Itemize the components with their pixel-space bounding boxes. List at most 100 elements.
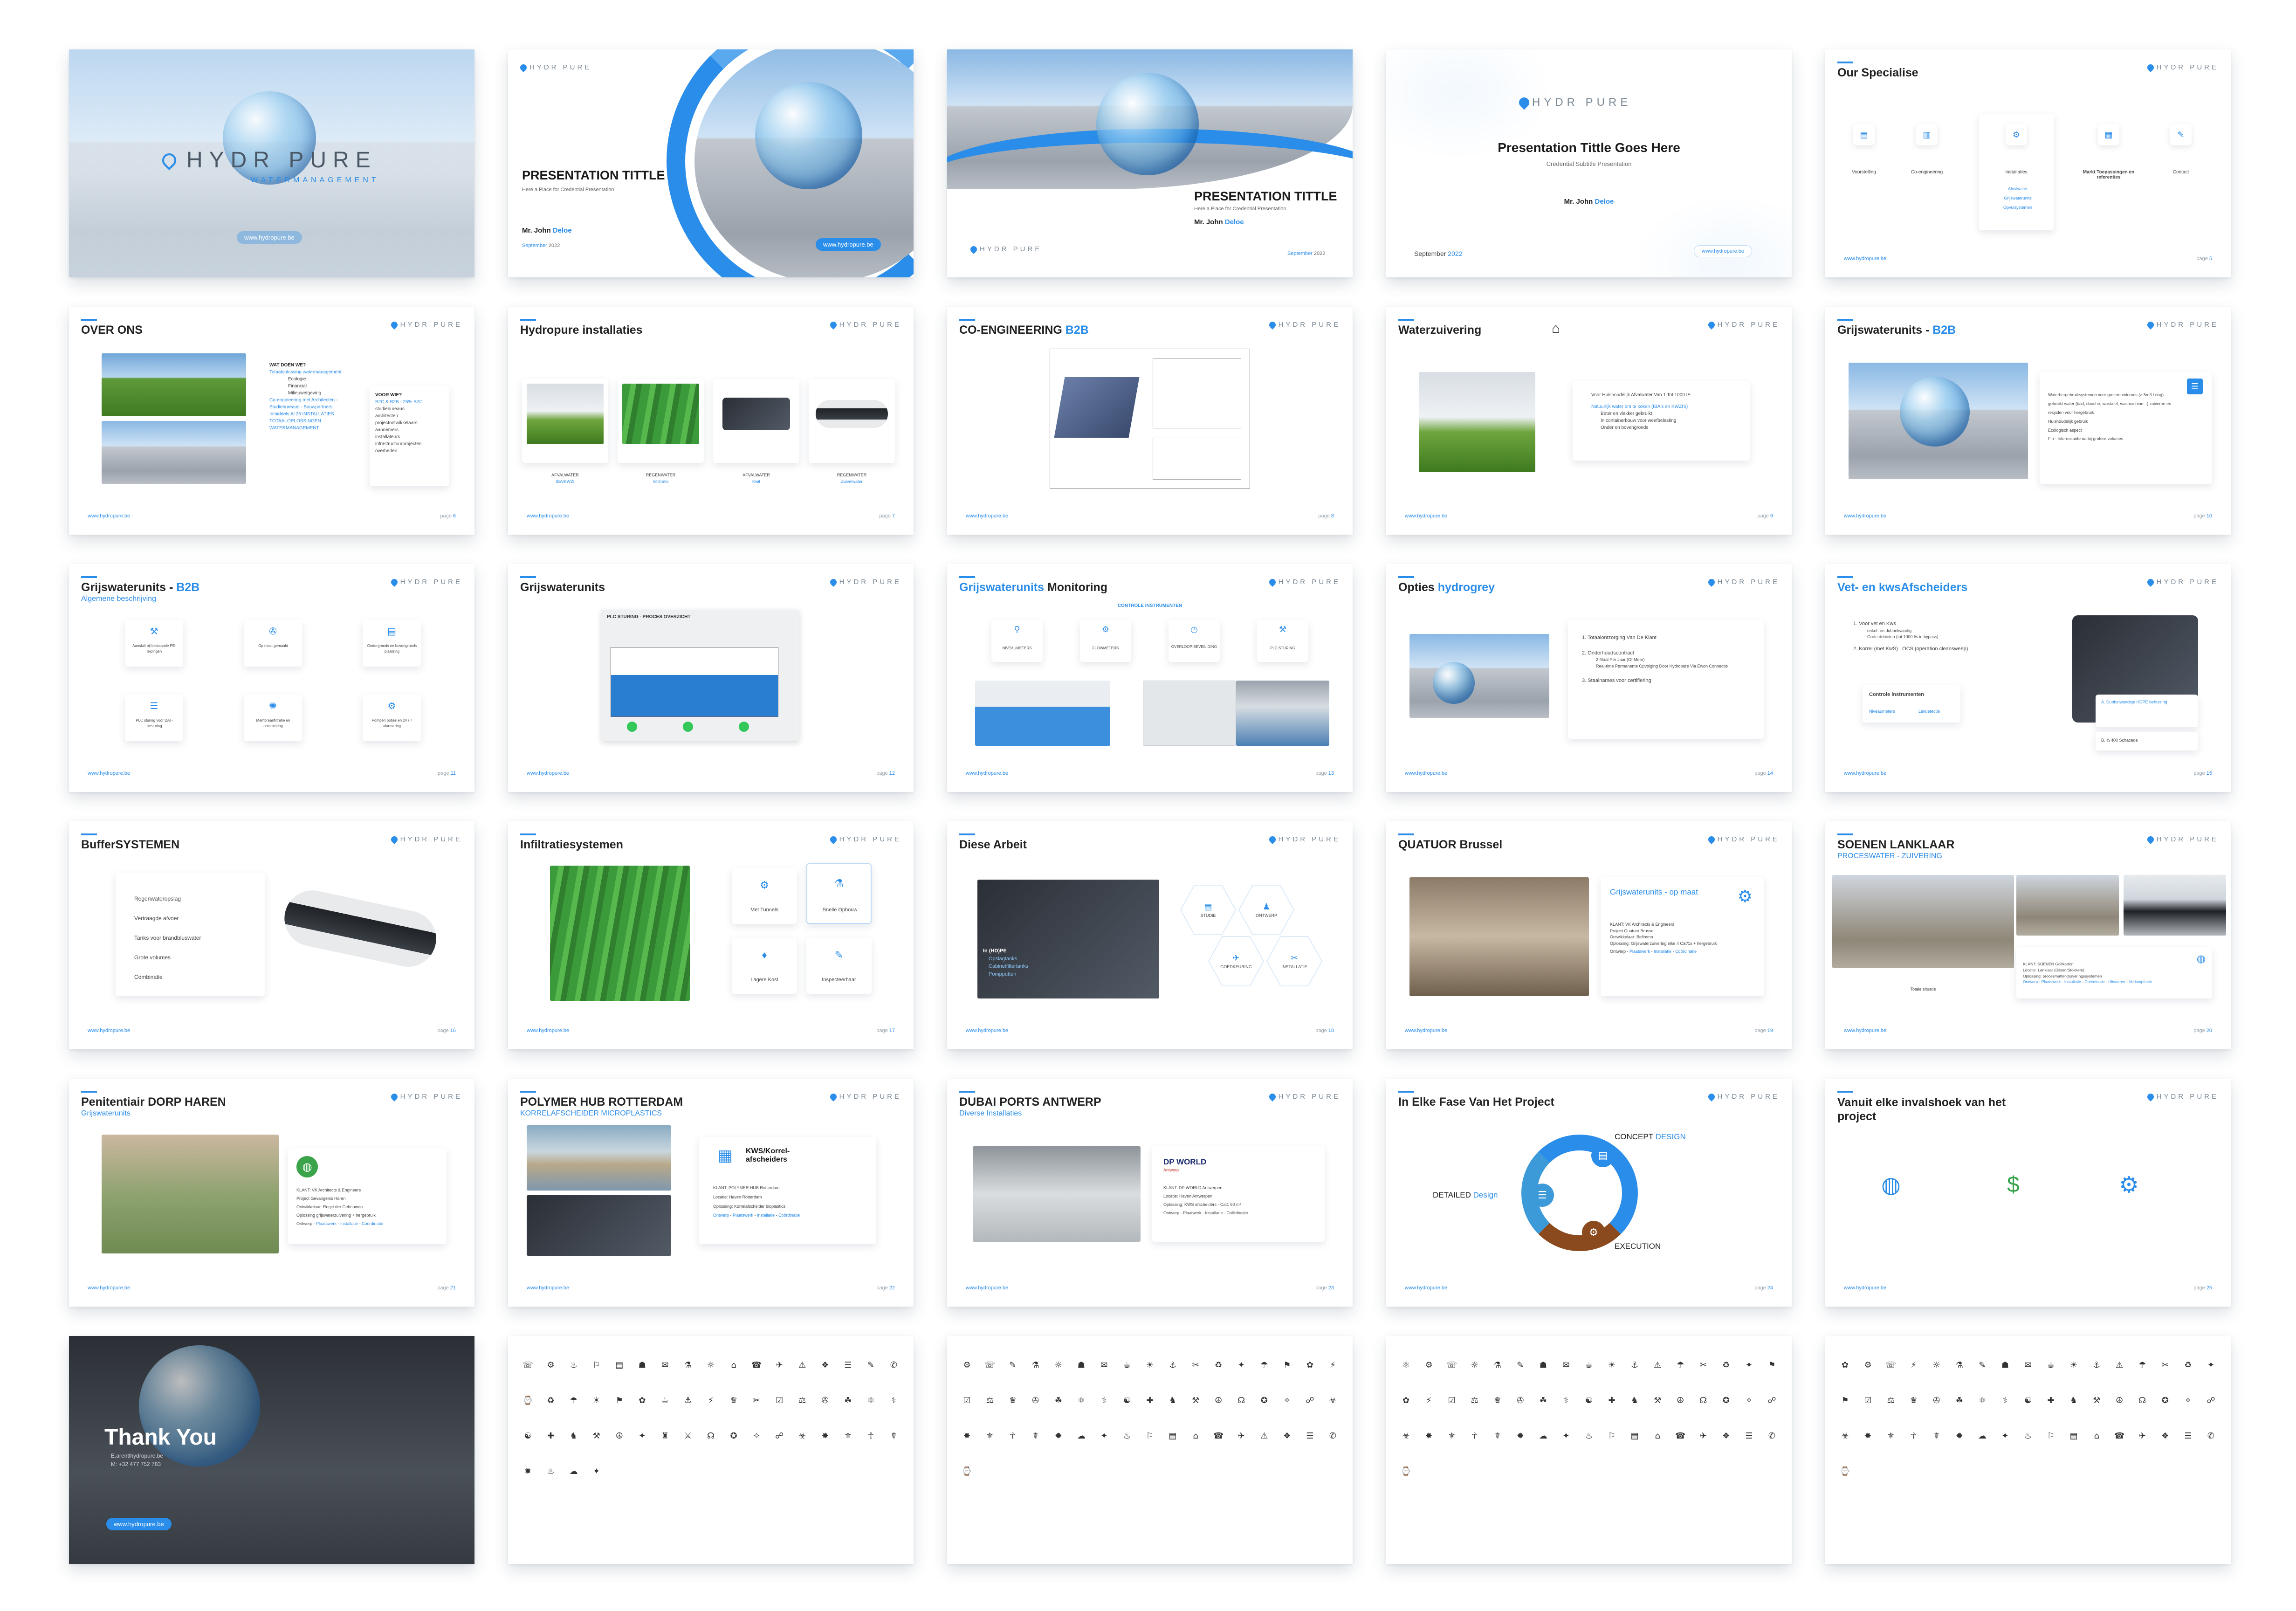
sub-item[interactable]: Grijswaterunits <box>1992 194 2043 203</box>
phase-hex[interactable]: ♟ ONTWERP <box>1238 885 1294 935</box>
sub-item[interactable]: Afvalwater <box>1992 185 2043 194</box>
footer-url[interactable]: www.hydropure.be <box>1405 513 1447 519</box>
installation-card[interactable] <box>713 379 799 463</box>
slide-6-over-ons[interactable]: OVER ONS HYDR PURE WAT DOEN WE? Totaalop… <box>69 307 474 535</box>
website-button[interactable]: www.hydropure.be <box>237 231 302 244</box>
slide-10-grijswaterunits[interactable]: Grijswaterunits - B2B HYDR PURE ☰ Waterh… <box>1825 307 2231 535</box>
phone[interactable]: M: +32 477 752 783 <box>111 1461 161 1467</box>
installation-card[interactable] <box>618 379 704 463</box>
website-button[interactable]: www.hydropure.be <box>1694 245 1753 257</box>
feature-card[interactable]: ✇ Op maat gemaakt <box>244 620 302 667</box>
slide-17-infiltratie[interactable]: Infiltratiesystemen HYDR PURE ⚙ Met Tunne… <box>508 821 914 1049</box>
slide-26-thank-you[interactable]: Thank You E.arentlhydropure.be M: +32 47… <box>69 1336 474 1564</box>
feature-card[interactable]: ▤ Ondergronds en bovengronds plaatsing <box>363 620 421 667</box>
feature-card[interactable]: ✺ Membraanfiltratie en ontsmetting <box>244 695 302 741</box>
library-icon: ☤ <box>1933 1431 1939 1441</box>
contact-icon[interactable]: ✎ <box>2170 124 2192 145</box>
slide-7-installaties[interactable]: Hydropure installaties HYDR PURE AFVALWA… <box>508 307 914 535</box>
feature-card[interactable]: ⚗ Snelle Opbouw <box>806 863 872 924</box>
slide-11-grijswaterunits-b2b[interactable]: Grijswaterunits - B2B Algemene beschrijv… <box>69 564 474 792</box>
slide-23-dubai-ports[interactable]: DUBAI PORTS ANTWERP Diverse Installaties… <box>947 1079 1353 1307</box>
library-icon: ✧ <box>753 1431 760 1441</box>
website-button[interactable]: www.hydropure.be <box>106 1518 172 1530</box>
footer-url[interactable]: www.hydropure.be <box>527 771 569 776</box>
technical-drawing <box>1050 349 1250 489</box>
specialise-item-4[interactable]: Markt Toepassingen en referenties <box>2081 170 2137 180</box>
specialise-item-1[interactable]: Voorstelling <box>1836 170 1892 175</box>
footer-url[interactable]: www.hydropure.be <box>966 1028 1008 1033</box>
instrument-card[interactable]: ⚙ FLOWMETERS <box>1080 620 1131 662</box>
slide-24-project-phases[interactable]: In Elke Fase Van Het Project HYDR PURE ▤… <box>1386 1079 1792 1307</box>
phase-hex[interactable]: ▤ STUDIE <box>1180 885 1236 935</box>
library-icon: ☼ <box>1054 1360 1062 1370</box>
specialise-item-5[interactable]: Contact <box>2153 170 2209 175</box>
presentation-subtitle: Here a Place for Credential Presentation <box>1194 206 1286 212</box>
instrument-card[interactable]: ◷ OVERLOOP-BEVEILIGING <box>1169 620 1220 662</box>
footer-url[interactable]: www.hydropure.be <box>1844 513 1886 519</box>
slide-16-buffer[interactable]: BufferSYSTEMEN HYDR PURE Regenwateropsla… <box>69 821 474 1049</box>
slide-8-co-engineering[interactable]: CO-ENGINEERING B2B HYDR PURE www.hydropu… <box>947 307 1353 535</box>
footer-url[interactable]: www.hydropure.be <box>966 1285 1008 1291</box>
feature-card[interactable]: ☰ PLC sturing voor DAT-besturing <box>125 695 183 741</box>
instrument-card[interactable]: ⚒ PLC STURING <box>1257 620 1308 662</box>
slide-19-quatuor[interactable]: QUATUOR Brussel HYDR PURE Grijswaterunit… <box>1386 821 1792 1049</box>
phase-hex[interactable]: ✈ GOEDKEURING <box>1208 936 1264 986</box>
building-icon[interactable]: ▥ <box>1916 124 1938 145</box>
installation-card[interactable] <box>809 379 895 463</box>
email[interactable]: E.arentlhydropure.be <box>111 1453 163 1459</box>
slide-13-monitoring[interactable]: Grijswaterunits Monitoring HYDR PURE CON… <box>947 564 1353 792</box>
options-list: 1. Totaalontzorging Van De Klant 2. Onde… <box>1582 635 1728 683</box>
slide-9-waterzuivering[interactable]: Waterzuivering ⌂ HYDR PURE Voor Huishoud… <box>1386 307 1792 535</box>
slide-20-soenen[interactable]: SOENEN LANKLAAR PROCESWATER - ZUIVERING … <box>1825 821 2231 1049</box>
footer-url[interactable]: www.hydropure.be <box>1844 1028 1886 1033</box>
slide-grid: HYDR PURE WATERMANAGEMENT www.hydropure.… <box>69 49 2232 1564</box>
footer-url[interactable]: www.hydropure.be <box>88 1285 130 1291</box>
library-icon: ✦ <box>2001 1431 2009 1441</box>
footer-url[interactable]: www.hydropure.be <box>1405 1028 1447 1033</box>
slide-25-angles[interactable]: Vanuit elke invalshoek van het project H… <box>1825 1079 2231 1307</box>
footer-url[interactable]: www.hydropure.be <box>88 1028 130 1033</box>
footer-url[interactable]: www.hydropure.be <box>1405 1285 1447 1291</box>
feature-card[interactable]: ✎ Inspecteerbaar <box>806 938 872 994</box>
footer-url[interactable]: www.hydropure.be <box>966 513 1008 519</box>
footer-url[interactable]: www.hydropure.be <box>527 1028 569 1033</box>
library-icon: ☮ <box>615 1431 623 1441</box>
footer-url[interactable]: www.hydropure.be <box>1844 771 1886 776</box>
slide-5-specialise[interactable]: Our Specialise HYDR PURE ▤ Voorstelling … <box>1825 49 2231 277</box>
feature-card[interactable]: ⚙ Pompen potjes en 24 / 7 alarmering <box>363 695 421 741</box>
specialise-item-2[interactable]: Co-engineering <box>1899 170 1955 175</box>
footer-url[interactable]: www.hydropure.be <box>88 771 130 776</box>
slide-15-afscheiders[interactable]: Vet- en kwsAfscheiders HYDR PURE 1. Voor… <box>1825 564 2231 792</box>
footer-url[interactable]: www.hydropure.be <box>966 771 1008 776</box>
slide-12-plc[interactable]: Grijswaterunits HYDR PURE PLC STURING - … <box>508 564 914 792</box>
feature-card[interactable]: ♦ Lagere Kost <box>732 938 797 994</box>
footer-url[interactable]: www.hydropure.be <box>1405 771 1447 776</box>
footer-url[interactable]: www.hydropure.be <box>1844 1285 1886 1291</box>
instrument-card[interactable]: ⚲ NIVEAUMETERS <box>991 620 1043 662</box>
slide-14-opties[interactable]: Opties hydrogrey HYDR PURE 1. Totaalontz… <box>1386 564 1792 792</box>
gear-icon[interactable]: ⚙ <box>2006 124 2027 145</box>
slide-3-title[interactable]: PRESENTATION TITTLE Here a Place for Cre… <box>947 49 1353 277</box>
slide-21-haren[interactable]: Penitentiair DORP HAREN Grijswaterunits … <box>69 1079 474 1307</box>
specialise-item-3[interactable]: Installaties <box>1988 170 2044 175</box>
installation-card[interactable] <box>522 379 608 463</box>
footer-url[interactable]: www.hydropure.be <box>1844 256 1886 262</box>
feature-card[interactable]: ⚙ Met Tunnels <box>732 868 797 924</box>
website-button[interactable]: www.hydropure.be <box>816 238 881 251</box>
presentation-icon[interactable]: ▤ <box>1853 124 1875 145</box>
slide-1-cover[interactable]: HYDR PURE WATERMANAGEMENT www.hydropure.… <box>69 49 474 277</box>
footer-url[interactable]: www.hydropure.be <box>527 513 569 519</box>
footer-url[interactable]: www.hydropure.be <box>527 1285 569 1291</box>
sub-item[interactable]: Opvulsystemen <box>1992 203 2043 213</box>
cycle-gear-icon: ⚙ <box>2119 1173 2139 1198</box>
library-icon: ☂ <box>2138 1360 2146 1370</box>
footer-url[interactable]: www.hydropure.be <box>88 513 130 519</box>
slide-4-title[interactable]: HYDR PURE Presentation Tittle Goes Here … <box>1386 49 1792 277</box>
slide-2-title[interactable]: HYDR PURE PRESENTATION TITTLE Here a Pla… <box>508 49 914 277</box>
pump-indicator <box>627 722 637 732</box>
slide-22-polymer-hub[interactable]: POLYMER HUB ROTTERDAM KORRELAFSCHEIDER M… <box>508 1079 914 1307</box>
feature-card[interactable]: ⚒ Aansluit bij bestaande PE-leidingen <box>125 620 183 667</box>
slide-18-diese-arbeit[interactable]: Diese Arbeit HYDR PURE In (HD)PE Opslagt… <box>947 821 1353 1049</box>
phase-hex[interactable]: ✂ INSTALLATIE <box>1266 936 1322 986</box>
chart-icon[interactable]: ▦ <box>2098 124 2119 145</box>
